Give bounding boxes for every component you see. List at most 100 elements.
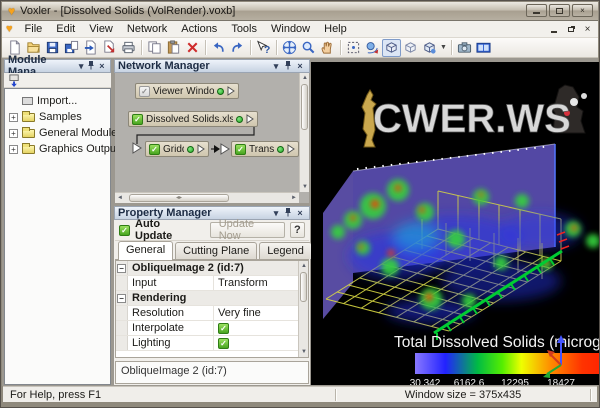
view-preset-dropdown-icon[interactable]: ▼: [440, 44, 447, 51]
lighting-checkbox[interactable]: ✓: [218, 338, 229, 349]
expand-icon[interactable]: +: [9, 145, 18, 154]
view-xy-button[interactable]: [401, 39, 420, 57]
node-viewer-window[interactable]: ✓ Viewer Window: [135, 83, 239, 99]
tab-cutting-plane[interactable]: Cutting Plane: [175, 242, 257, 259]
export-button[interactable]: [81, 39, 100, 57]
node-status-dot: [277, 146, 284, 153]
delete-button[interactable]: [183, 39, 202, 57]
status-separator: [590, 389, 591, 401]
property-help-button[interactable]: ?: [290, 222, 305, 238]
property-description: ObliqueImage 2 (id:7): [115, 361, 309, 384]
network-vertical-scrollbar[interactable]: ▲ ▼: [299, 73, 309, 192]
node-gridder[interactable]: ✓ Gridder: [145, 141, 209, 157]
property-row-interpolate[interactable]: Interpolate ✓: [116, 321, 308, 336]
auto-update-label: Auto Update: [135, 218, 197, 242]
network-manager-header[interactable]: Network Manager ▾ ×: [114, 59, 310, 73]
property-grid-scrollbar[interactable]: ▲ ▼: [298, 261, 308, 357]
collapse-icon[interactable]: −: [117, 294, 126, 303]
toolbar-separator: [250, 40, 251, 55]
restore-icon: [556, 8, 563, 14]
reset-view-button[interactable]: [363, 39, 382, 57]
menu-bar: ♥ File Edit View Network Actions Tools W…: [2, 21, 598, 38]
view-preset-button[interactable]: [420, 39, 439, 57]
legend-tick: 12295: [501, 378, 529, 385]
output-connector[interactable]: [287, 144, 295, 154]
network-canvas[interactable]: ✓ Viewer Window ✓ Dissolved Solids.xlsx …: [115, 73, 309, 203]
panel-menu-icon[interactable]: ▾: [270, 60, 282, 72]
node-checkbox[interactable]: ✓: [132, 114, 143, 125]
menu-help[interactable]: Help: [317, 22, 354, 36]
module-manager-header[interactable]: Module Mana... ▾ ×: [4, 59, 111, 73]
add-module-button[interactable]: [6, 73, 22, 87]
minimize-button[interactable]: [526, 4, 547, 17]
pan-hand-button[interactable]: [318, 39, 337, 57]
output-connector[interactable]: [246, 114, 254, 124]
mdi-restore-button[interactable]: [564, 23, 577, 35]
folder-icon: [22, 129, 35, 138]
copy-image-button[interactable]: [455, 39, 474, 57]
menu-file[interactable]: File: [18, 22, 50, 36]
panel-close-icon[interactable]: ×: [294, 207, 306, 219]
menu-network[interactable]: Network: [120, 22, 174, 36]
update-now-button[interactable]: Update Now: [210, 222, 285, 238]
node-checkbox[interactable]: ✓: [149, 144, 160, 155]
menu-actions[interactable]: Actions: [174, 22, 224, 36]
paste-button[interactable]: [164, 39, 183, 57]
pin-icon[interactable]: [282, 207, 294, 220]
context-help-button[interactable]: ?: [254, 39, 273, 57]
main-toolbar: ? ▼: [2, 38, 598, 58]
title-bar[interactable]: ♥ Voxler - [Dissolved Solids (VolRender)…: [2, 2, 598, 21]
trackball-button[interactable]: [280, 39, 299, 57]
node-checkbox[interactable]: ✓: [235, 144, 246, 155]
mdi-close-button[interactable]: ×: [581, 23, 594, 35]
expand-icon[interactable]: +: [9, 113, 18, 122]
panel-close-icon[interactable]: ×: [97, 60, 107, 72]
close-button[interactable]: ×: [572, 4, 593, 17]
property-group-row[interactable]: − ObliqueImage 2 (id:7): [116, 261, 308, 276]
node-transform[interactable]: ✓ Transform: [231, 141, 299, 157]
menu-tools[interactable]: Tools: [224, 22, 264, 36]
network-horizontal-scrollbar[interactable]: ◄ ◂▸ ►: [115, 192, 299, 203]
property-row-resolution[interactable]: Resolution Very fine: [116, 306, 308, 321]
module-manager-panel: Module Mana... ▾ × Import... + Samples: [4, 59, 111, 385]
print-button[interactable]: [119, 39, 138, 57]
print-preview-button[interactable]: [100, 39, 119, 57]
tree-item-general-modules[interactable]: + General Modules: [5, 125, 110, 141]
tree-item-samples[interactable]: + Samples: [5, 109, 110, 125]
output-connector[interactable]: [227, 86, 235, 96]
menu-view[interactable]: View: [82, 22, 120, 36]
collapse-icon[interactable]: −: [117, 264, 126, 273]
viewer-3d-canvas[interactable]: CWER.WS Total Dissolved Solids (microgr …: [311, 62, 599, 385]
copy-button[interactable]: [145, 39, 164, 57]
toolbar-separator: [205, 40, 206, 55]
pin-icon[interactable]: [282, 60, 294, 73]
tree-item-graphics-output[interactable]: + Graphics Output: [5, 141, 110, 157]
panel-close-icon[interactable]: ×: [294, 60, 306, 72]
property-row-lighting[interactable]: Lighting ✓: [116, 336, 308, 351]
node-dissolved-solids[interactable]: ✓ Dissolved Solids.xlsx: [128, 111, 258, 127]
view-xyz-button[interactable]: [382, 39, 401, 57]
property-group-row[interactable]: − Rendering: [116, 291, 308, 306]
property-row-input[interactable]: Input Transform: [116, 276, 308, 291]
folder-icon: [22, 113, 35, 122]
menu-edit[interactable]: Edit: [49, 22, 82, 36]
menu-window[interactable]: Window: [264, 22, 317, 36]
expand-icon[interactable]: +: [9, 129, 18, 138]
tree-item-import[interactable]: Import...: [5, 93, 110, 109]
undo-button[interactable]: [209, 39, 228, 57]
app-window: ♥ Voxler - [Dissolved Solids (VolRender)…: [0, 0, 600, 408]
node-checkbox[interactable]: ✓: [139, 86, 150, 97]
panel-menu-icon[interactable]: ▾: [76, 60, 86, 72]
output-connector[interactable]: [197, 144, 205, 154]
tab-legend[interactable]: Legend: [259, 242, 312, 259]
zoom-fit-button[interactable]: [344, 39, 363, 57]
redo-button[interactable]: [228, 39, 247, 57]
auto-update-checkbox[interactable]: ✓: [119, 225, 130, 236]
dual-view-button[interactable]: [474, 39, 493, 57]
mdi-minimize-button[interactable]: [547, 23, 560, 35]
pin-icon[interactable]: [86, 60, 96, 73]
zoom-button[interactable]: [299, 39, 318, 57]
restore-button[interactable]: [549, 4, 570, 17]
interpolate-checkbox[interactable]: ✓: [218, 323, 229, 334]
tab-general[interactable]: General: [118, 241, 173, 260]
